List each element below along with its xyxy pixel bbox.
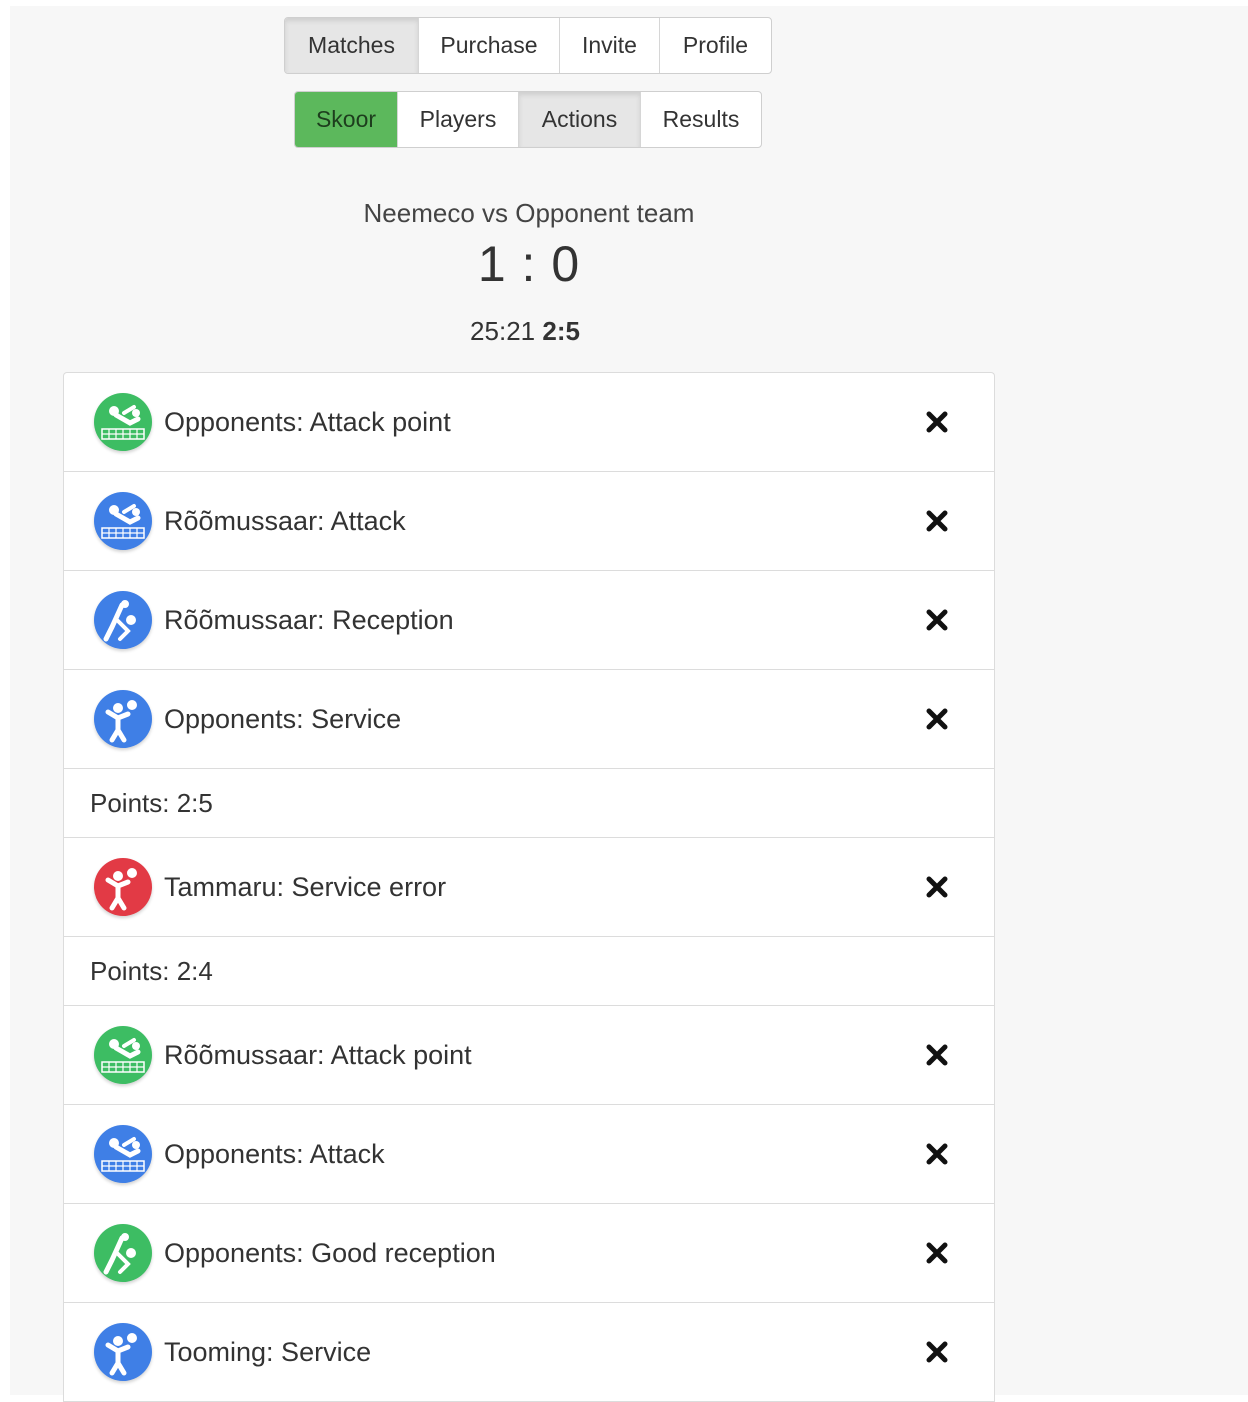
action-row: Rõõmussaar: Attack [64,472,994,571]
service-icon [94,858,152,916]
action-label: Rõõmussaar: Attack point [164,1039,472,1070]
tab-players[interactable]: Players [398,92,519,147]
sub-nav: Skoor Players Actions Results [294,91,762,148]
action-row: Opponents: Attack [64,1105,994,1204]
action-label: Opponents: Attack point [164,406,451,437]
reception-icon [94,591,152,649]
action-row: Opponents: Service [64,670,994,769]
set-scores: 25:21 2:5 [10,316,1040,347]
action-row: Rõõmussaar: Attack point [64,1006,994,1105]
service-icon [94,690,152,748]
attack-icon [94,1026,152,1084]
action-label: Tammaru: Service error [164,871,447,902]
action-row: Opponents: Attack point [64,373,994,472]
reception-icon [94,1224,152,1282]
action-row: Tammaru: Service error [64,838,994,937]
points-label: Points: 2:5 [90,787,213,818]
points-row: Points: 2:5 [64,769,994,838]
tab-matches[interactable]: Matches [285,18,419,73]
delete-icon[interactable] [924,409,950,435]
attack-icon [94,393,152,451]
delete-icon[interactable] [924,1141,950,1167]
action-row: Opponents: Good reception [64,1204,994,1303]
event-list: Opponents: Attack point Rõõmussaar: Attac… [63,372,995,1402]
action-label: Rõõmussaar: Attack [164,505,406,536]
delete-icon[interactable] [924,508,950,534]
tab-skoor[interactable]: Skoor [295,92,398,147]
page: Matches Purchase Invite Profile Skoor Pl… [10,6,1248,1402]
delete-icon[interactable] [924,1240,950,1266]
tab-invite[interactable]: Invite [560,18,660,73]
tab-profile[interactable]: Profile [660,18,771,73]
tab-purchase[interactable]: Purchase [419,18,560,73]
delete-icon[interactable] [924,1339,950,1365]
action-label: Rõõmussaar: Reception [164,604,454,635]
points-row: Points: 2:4 [64,937,994,1006]
action-row: Tooming: Service [64,1303,994,1402]
finished-set-score: 25:21 [470,316,536,346]
attack-icon [94,492,152,550]
delete-icon[interactable] [924,874,950,900]
service-icon [94,1323,152,1381]
match-title: Neemeco vs Opponent team [363,198,695,228]
action-label: Opponents: Service [164,703,402,734]
action-label: Tooming: Service [164,1336,372,1367]
current-set-score: 2:5 [542,316,580,346]
attack-icon [94,1125,152,1183]
main-nav: Matches Purchase Invite Profile [284,17,772,74]
tab-results[interactable]: Results [641,92,761,147]
delete-icon[interactable] [924,1042,950,1068]
tab-actions[interactable]: Actions [519,92,641,147]
delete-icon[interactable] [924,706,950,732]
action-label: Opponents: Attack [164,1138,385,1169]
action-row: Rõõmussaar: Reception [64,571,994,670]
action-label: Opponents: Good reception [164,1237,496,1268]
match-score: 1 : 0 [477,236,581,292]
delete-icon[interactable] [924,607,950,633]
points-label: Points: 2:4 [90,955,213,986]
